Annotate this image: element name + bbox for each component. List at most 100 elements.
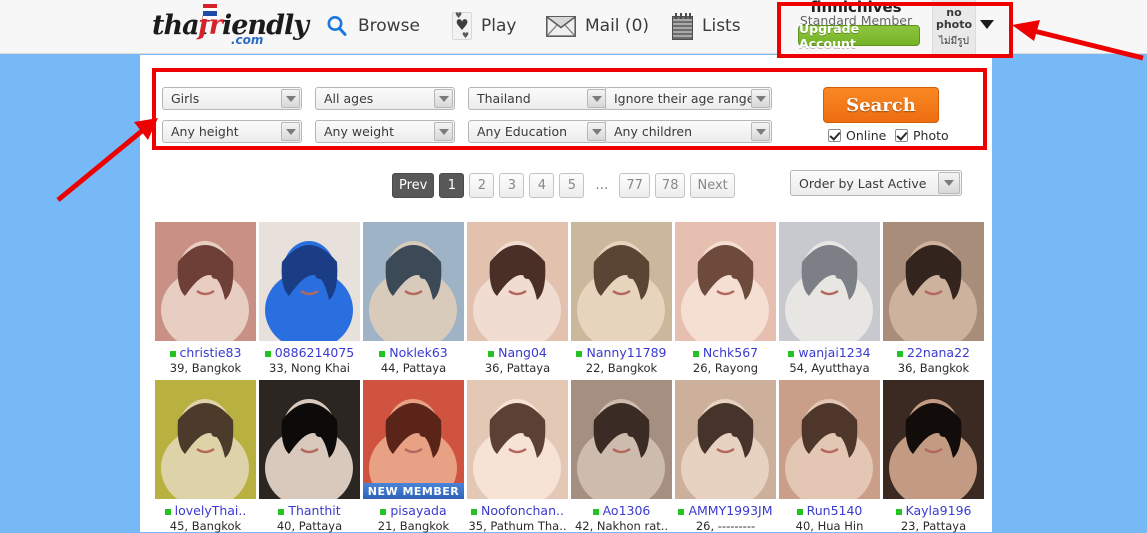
filter-age-value: All ages bbox=[324, 91, 374, 106]
profile-tile[interactable]: Noofonchan.. 35, Pathum Tha.. bbox=[467, 380, 568, 533]
profile-tile[interactable]: wanjai1234 54, Ayutthaya bbox=[779, 222, 880, 375]
search-button[interactable]: Search bbox=[823, 87, 939, 123]
filter-weight[interactable]: Any weight bbox=[315, 120, 455, 143]
profile-username-text: Thanthit bbox=[288, 503, 341, 518]
profile-username[interactable]: christie83 bbox=[155, 345, 256, 360]
pagination-page-5[interactable]: 5 bbox=[559, 172, 585, 198]
profile-tile[interactable]: Thanthit 40, Pattaya bbox=[259, 380, 360, 533]
profile-photo[interactable] bbox=[155, 222, 256, 341]
profile-age-location: 22, Bangkok bbox=[585, 361, 658, 375]
profile-tile[interactable]: NEW MEMBER pisayada 21, Bangkok bbox=[363, 380, 464, 533]
profile-photo[interactable]: NEW MEMBER bbox=[363, 380, 464, 499]
filter-country[interactable]: Thailand bbox=[468, 87, 608, 110]
profile-tile[interactable]: 22nana22 36, Bangkok bbox=[883, 222, 984, 375]
profile-tile[interactable]: Kayla9196 23, Pattaya bbox=[883, 380, 984, 533]
pagination-page-2[interactable]: 2 bbox=[469, 172, 495, 198]
filter-children-value: Any children bbox=[614, 124, 692, 139]
profile-age-location: 23, Pattaya bbox=[900, 519, 967, 533]
profile-age-location: 36, Pattaya bbox=[484, 361, 551, 375]
profile-username[interactable]: Run5140 bbox=[779, 503, 880, 518]
search-icon bbox=[325, 14, 349, 38]
profile-photo[interactable] bbox=[675, 380, 776, 499]
filter-country-value: Thailand bbox=[477, 91, 531, 106]
profile-tile[interactable]: Nanny11789 22, Bangkok bbox=[571, 222, 672, 375]
profile-username[interactable]: Noofonchan.. bbox=[467, 503, 568, 518]
nav-item-browse[interactable]: Browse bbox=[325, 8, 420, 44]
pagination-page-4[interactable]: 4 bbox=[529, 172, 555, 198]
profile-age-location: 39, Bangkok bbox=[169, 361, 242, 375]
profile-photo[interactable] bbox=[155, 380, 256, 499]
checkbox-photo[interactable]: Photo bbox=[895, 128, 949, 143]
avatar[interactable]: no photo ไม่มีรูป bbox=[932, 0, 976, 54]
profile-photo[interactable] bbox=[571, 222, 672, 341]
profile-age-location: 44, Pattaya bbox=[380, 361, 447, 375]
profile-username-text: wanjai1234 bbox=[798, 345, 871, 360]
profile-tile[interactable]: Nang04 36, Pattaya bbox=[467, 222, 568, 375]
nav-item-mail[interactable]: Mail (0) bbox=[546, 8, 649, 44]
profile-photo[interactable] bbox=[883, 222, 984, 341]
profile-tile[interactable]: christie83 39, Bangkok bbox=[155, 222, 256, 375]
pagination-prev[interactable]: Prev bbox=[392, 172, 435, 198]
pagination-page-3[interactable]: 3 bbox=[499, 172, 525, 198]
filter-age-range[interactable]: Ignore their age range bbox=[605, 87, 772, 110]
profile-username[interactable]: Nchk567 bbox=[675, 345, 776, 360]
profile-photo[interactable] bbox=[467, 222, 568, 341]
profile-username[interactable]: 0886214075 bbox=[259, 345, 360, 360]
profile-username[interactable]: AMMY1993JM bbox=[675, 503, 776, 518]
sort-order-select[interactable]: Order by Last Active bbox=[790, 170, 962, 196]
profile-username[interactable]: Noklek63 bbox=[363, 345, 464, 360]
filter-age[interactable]: All ages bbox=[315, 87, 455, 110]
checkbox-photo-box[interactable] bbox=[895, 129, 908, 142]
pagination-page-1[interactable]: 1 bbox=[439, 172, 465, 198]
profile-tile[interactable]: AMMY1993JM 26, --------- bbox=[675, 380, 776, 533]
online-status-icon bbox=[164, 508, 171, 515]
profile-username[interactable]: Nang04 bbox=[467, 345, 568, 360]
profile-tile[interactable]: Run5140 40, Hua Hin bbox=[779, 380, 880, 533]
profile-username[interactable]: lovelyThai.. bbox=[155, 503, 256, 518]
profile-tile[interactable]: Noklek63 44, Pattaya bbox=[363, 222, 464, 375]
filter-education[interactable]: Any Education bbox=[468, 120, 608, 143]
filter-height[interactable]: Any height bbox=[162, 120, 302, 143]
member-account-area[interactable]: finnichives Standard Member Upgrade Acco… bbox=[782, 0, 1010, 54]
profile-photo[interactable] bbox=[467, 380, 568, 499]
profile-tile[interactable]: Nchk567 26, Rayong bbox=[675, 222, 776, 375]
profile-photo[interactable] bbox=[675, 222, 776, 341]
checkbox-online[interactable]: Online bbox=[828, 128, 886, 143]
profile-tile[interactable]: Ao1306 42, Nakhon rat.. bbox=[571, 380, 672, 533]
profile-photo[interactable] bbox=[259, 222, 360, 341]
profile-username[interactable]: Ao1306 bbox=[571, 503, 672, 518]
filter-height-value: Any height bbox=[171, 124, 239, 139]
checkbox-online-box[interactable] bbox=[828, 129, 841, 142]
profile-username[interactable]: 22nana22 bbox=[883, 345, 984, 360]
pagination-next[interactable]: Next bbox=[690, 172, 735, 198]
profile-username[interactable]: pisayada bbox=[363, 503, 464, 518]
filter-children[interactable]: Any children bbox=[605, 120, 772, 143]
profile-photo[interactable] bbox=[883, 380, 984, 499]
profile-username[interactable]: wanjai1234 bbox=[779, 345, 880, 360]
profile-tile[interactable]: 0886214075 33, Nong Khai bbox=[259, 222, 360, 375]
profile-username[interactable]: Nanny11789 bbox=[571, 345, 672, 360]
profile-photo[interactable] bbox=[363, 222, 464, 341]
profile-username-text: AMMY1993JM bbox=[688, 503, 773, 518]
profile-photo[interactable] bbox=[779, 380, 880, 499]
site-logo[interactable]: thai fr iendly .com bbox=[152, 4, 309, 50]
profile-age-location: 42, Nakhon rat.. bbox=[574, 519, 669, 533]
nav-label-play: Play bbox=[481, 16, 517, 36]
nav-item-lists[interactable]: Lists bbox=[672, 8, 741, 44]
nav-item-play[interactable]: ♥ ♥ ♥ Play bbox=[452, 8, 516, 44]
chevron-down-icon[interactable] bbox=[980, 20, 994, 29]
filter-gender[interactable]: Girls bbox=[162, 87, 302, 110]
pagination-page-78[interactable]: 78 bbox=[654, 172, 686, 198]
profile-photo[interactable] bbox=[779, 222, 880, 341]
pagination-page-77[interactable]: 77 bbox=[619, 172, 650, 198]
profile-username-text: 0886214075 bbox=[274, 345, 355, 360]
profile-username[interactable]: Kayla9196 bbox=[883, 503, 984, 518]
profile-tile[interactable]: lovelyThai.. 45, Bangkok bbox=[155, 380, 256, 533]
profile-photo[interactable] bbox=[259, 380, 360, 499]
avatar-line-2: photo bbox=[935, 18, 973, 32]
profile-username[interactable]: Thanthit bbox=[259, 503, 360, 518]
filter-gender-value: Girls bbox=[171, 91, 200, 106]
profile-age-location: 21, Bangkok bbox=[377, 519, 450, 533]
upgrade-account-button[interactable]: Upgrade Account bbox=[798, 21, 920, 51]
profile-photo[interactable] bbox=[571, 380, 672, 499]
